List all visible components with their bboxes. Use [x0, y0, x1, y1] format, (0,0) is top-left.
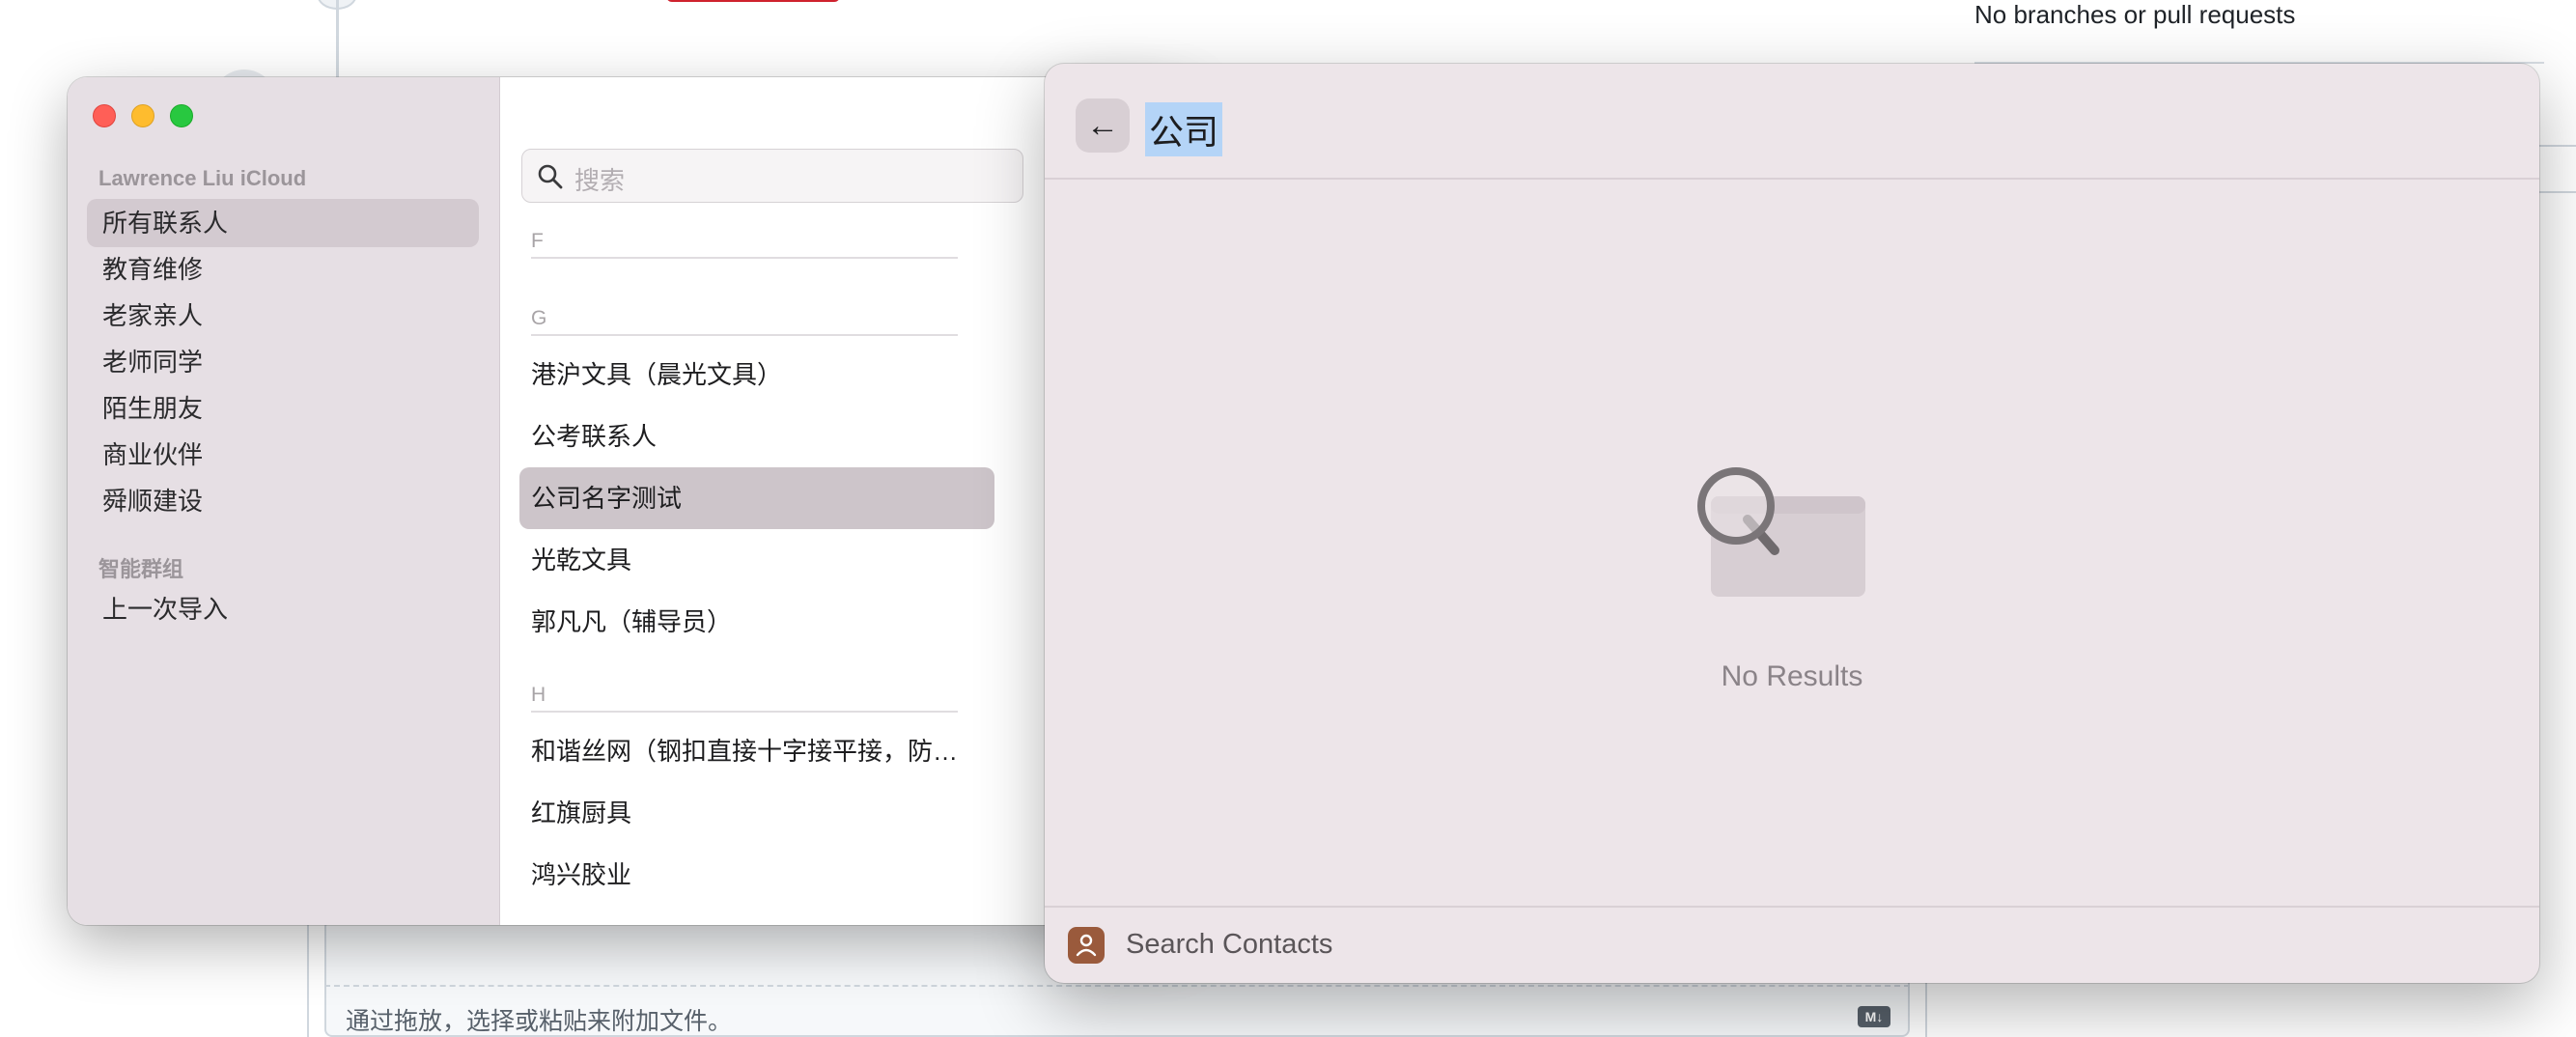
contact-row[interactable]: 公考联系人 — [519, 406, 994, 467]
contact-row[interactable]: 光乾文具 — [519, 529, 994, 591]
no-results-message: No Results — [1721, 660, 1863, 692]
search-contacts-label[interactable]: Search Contacts — [1126, 929, 1332, 961]
attach-files-hint[interactable]: 通过拖放，选择或粘贴来附加文件。 — [346, 1002, 732, 1037]
contact-row-selected[interactable]: 公司名字测试 — [519, 467, 994, 529]
back-arrow-icon[interactable]: ← — [1076, 98, 1130, 153]
search-placeholder: 搜索 — [574, 166, 626, 195]
panel-header: ← 公司 — [1045, 64, 2539, 180]
sidebar-item-group[interactable]: 教育维修 — [87, 245, 479, 294]
sidebar-item-group[interactable]: 老家亲人 — [87, 292, 479, 340]
contact-row[interactable]: 郭凡凡（辅导员） — [519, 591, 994, 653]
timeline-line — [336, 0, 339, 77]
panel-footer: Search Contacts — [1045, 906, 2539, 983]
development-status-text: No branches or pull requests — [1974, 0, 2296, 29]
search-input[interactable]: 搜索 — [521, 149, 1023, 203]
close-issue-button[interactable] — [666, 0, 840, 2]
sidebar-item-group[interactable]: 商业伙伴 — [87, 431, 479, 479]
contacts-window: Lawrence Liu iCloud 所有联系人 教育维修 老家亲人 老师同学… — [68, 77, 1188, 925]
sidebar-item-last-import[interactable]: 上一次导入 — [87, 585, 479, 633]
close-window-button[interactable] — [93, 104, 116, 127]
maximize-window-button[interactable] — [170, 104, 193, 127]
sidebar-item-group[interactable]: 老师同学 — [87, 338, 479, 386]
section-letter: F — [531, 230, 544, 252]
sidebar-item-group[interactable]: 陌生朋友 — [87, 384, 479, 433]
sidebar-item-group[interactable]: 舜顺建设 — [87, 477, 479, 525]
search-icon — [538, 164, 563, 189]
attach-divider — [324, 985, 1910, 987]
account-header: Lawrence Liu iCloud — [98, 166, 307, 190]
section-letter: H — [531, 684, 546, 706]
contact-row[interactable]: 鸿兴胶业 — [519, 844, 994, 906]
section-divider — [531, 711, 958, 713]
section-divider — [531, 334, 958, 336]
query-input[interactable]: 公司 — [1145, 102, 1223, 156]
markdown-icon[interactable]: M↓ — [1858, 1006, 1890, 1027]
search-contacts-panel: ← 公司 No Results Search Contacts — [1045, 64, 2539, 983]
sidebar-item-all-contacts[interactable]: 所有联系人 — [87, 199, 479, 247]
contacts-app-icon — [1068, 927, 1105, 964]
contact-row[interactable]: 港沪文具（晨光文具） — [519, 344, 994, 406]
no-results-magnifier-icon — [1697, 467, 1865, 597]
contacts-sidebar: Lawrence Liu iCloud 所有联系人 教育维修 老家亲人 老师同学… — [68, 77, 500, 925]
smart-groups-header: 智能群组 — [98, 557, 184, 581]
minimize-window-button[interactable] — [131, 104, 154, 127]
contact-row[interactable]: 红旗厨具 — [519, 782, 994, 844]
section-letter: G — [531, 307, 547, 329]
contact-row[interactable]: 和谐丝网（钢扣直接十字接平接，防… — [519, 720, 994, 782]
section-divider — [531, 257, 958, 259]
